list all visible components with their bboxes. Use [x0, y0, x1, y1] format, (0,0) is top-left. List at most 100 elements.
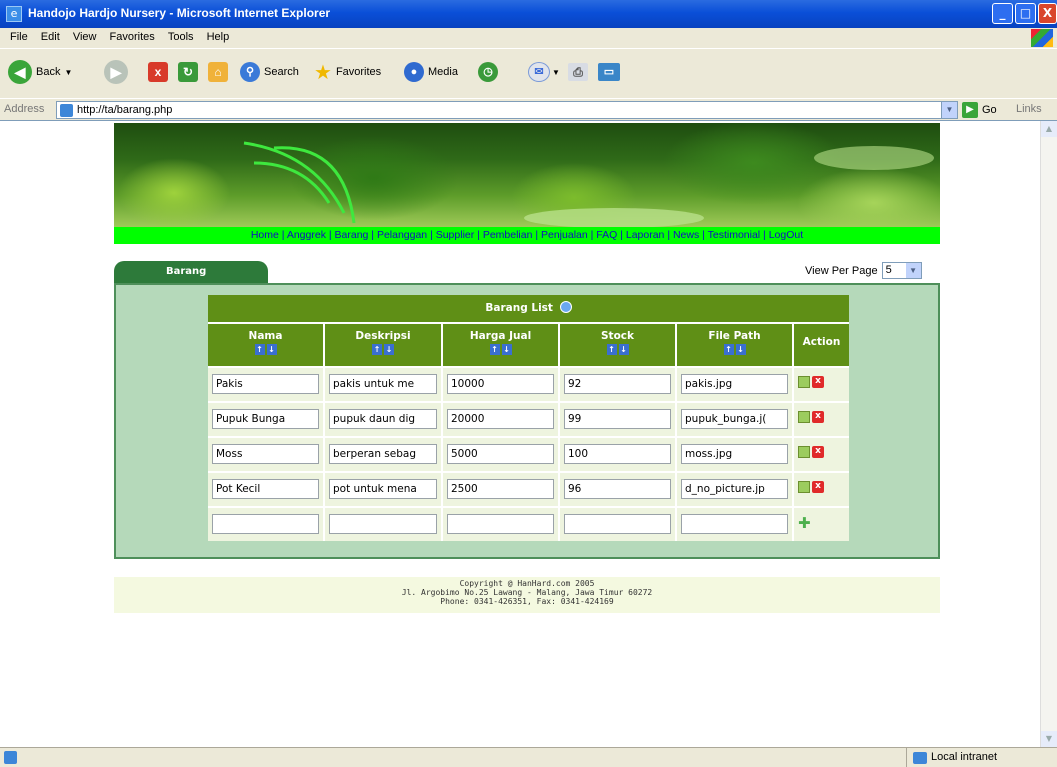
nama-field[interactable]: Pot Kecil — [212, 479, 319, 499]
scroll-up-icon[interactable]: ▲ — [1041, 121, 1057, 137]
back-button[interactable]: ◀ Back ▼ — [8, 57, 72, 87]
menu-edit[interactable]: Edit — [41, 31, 60, 43]
edit-button[interactable]: ▭ — [598, 57, 620, 87]
deskripsi-field[interactable]: pakis untuk me — [329, 374, 437, 394]
harga-field[interactable]: 2500 — [447, 479, 554, 499]
nav-news[interactable]: News — [673, 229, 699, 241]
stock-field[interactable]: 92 — [564, 374, 671, 394]
sort-up-icon[interactable]: ↑ — [489, 344, 500, 355]
print-button[interactable]: ⎙ — [568, 57, 588, 87]
stock-field[interactable]: 99 — [564, 409, 671, 429]
delete-icon[interactable]: x — [812, 411, 824, 423]
home-icon: ⌂ — [208, 62, 228, 82]
edit-icon[interactable] — [798, 481, 810, 493]
harga-field[interactable]: 5000 — [447, 444, 554, 464]
menu-bar: File Edit View Favorites Tools Help — [0, 28, 1057, 48]
edit-icon[interactable] — [798, 446, 810, 458]
sort-up-icon[interactable]: ↑ — [254, 344, 265, 355]
vertical-scrollbar[interactable]: ▲ ▼ — [1040, 121, 1057, 747]
nav-anggrek[interactable]: Anggrek — [287, 229, 326, 241]
new-harga-field[interactable] — [447, 514, 554, 534]
delete-icon[interactable]: x — [812, 481, 824, 493]
harga-field[interactable]: 10000 — [447, 374, 554, 394]
minimize-button[interactable]: _ — [992, 3, 1013, 24]
search-button[interactable]: ⚲ Search — [240, 57, 299, 87]
file-path-field[interactable]: pupuk_bunga.j( — [681, 409, 788, 429]
edit-icon[interactable] — [798, 411, 810, 423]
nav-penjualan[interactable]: Penjualan — [541, 229, 588, 241]
sort-up-icon[interactable]: ↑ — [372, 344, 382, 355]
new-deskripsi-field[interactable] — [329, 514, 437, 534]
zone-label: Local intranet — [931, 751, 998, 763]
new-nama-field[interactable] — [212, 514, 319, 534]
nav-testimonial[interactable]: Testimonial — [708, 229, 761, 241]
sort-up-icon[interactable]: ↑ — [723, 344, 734, 355]
stock-field[interactable]: 100 — [564, 444, 671, 464]
file-path-field[interactable]: pakis.jpg — [681, 374, 788, 394]
maximize-button[interactable]: □ — [1015, 3, 1036, 24]
back-arrow-icon: ◀ — [8, 60, 32, 84]
view-per-page-select[interactable]: 5 ▼ — [881, 262, 922, 279]
nama-field[interactable]: Pakis — [212, 374, 319, 394]
new-file-path-field[interactable] — [681, 514, 788, 534]
add-icon[interactable]: ✚ — [798, 516, 811, 531]
nav-home[interactable]: Home — [251, 229, 279, 241]
menu-favorites[interactable]: Favorites — [110, 31, 155, 43]
go-button[interactable]: ▶ Go — [962, 102, 997, 118]
tab-barang[interactable]: Barang — [114, 261, 268, 283]
menu-tools[interactable]: Tools — [168, 31, 194, 43]
footer-address: Jl. Argobimo No.25 Lawang - Malang, Jawa… — [401, 588, 653, 597]
address-bar: Address http://ta/barang.php ▼ ▶ Go Link… — [0, 98, 1057, 120]
sort-down-icon[interactable]: ↓ — [735, 344, 746, 355]
footer-copyright: Copyright @ HanHard.com 2005 — [459, 579, 595, 588]
nama-field[interactable]: Moss — [212, 444, 319, 464]
table-row: Pupuk Bunga pupuk daun dig 20000 99 pupu… — [208, 401, 849, 436]
harga-field[interactable]: 20000 — [447, 409, 554, 429]
stop-button[interactable]: x — [148, 57, 168, 87]
delete-icon[interactable]: x — [812, 446, 824, 458]
sort-down-icon[interactable]: ↓ — [501, 344, 512, 355]
nav-supplier[interactable]: Supplier — [436, 229, 475, 241]
edit-icon[interactable] — [798, 376, 810, 388]
menu-file[interactable]: File — [10, 31, 28, 43]
address-input[interactable]: http://ta/barang.php ▼ — [56, 101, 958, 119]
scroll-down-icon[interactable]: ▼ — [1041, 731, 1057, 747]
nav-faq[interactable]: FAQ — [596, 229, 617, 241]
refresh-button[interactable]: ↻ — [178, 57, 198, 87]
menu-view[interactable]: View — [73, 31, 97, 43]
nav-logout[interactable]: LogOut — [769, 229, 803, 241]
deskripsi-field[interactable]: pot untuk mena — [329, 479, 437, 499]
new-stock-field[interactable] — [564, 514, 671, 534]
sort-down-icon[interactable]: ↓ — [384, 344, 394, 355]
stock-field[interactable]: 96 — [564, 479, 671, 499]
nav-laporan[interactable]: Laporan — [626, 229, 665, 241]
column-stock: Stock ↑ ↓ — [560, 324, 677, 366]
sort-down-icon[interactable]: ↓ — [266, 344, 277, 355]
chevron-down-icon[interactable]: ▼ — [941, 102, 957, 118]
mail-button[interactable]: ✉ ▼ — [528, 57, 560, 87]
nav-pembelian[interactable]: Pembelian — [483, 229, 533, 241]
nav-barang[interactable]: Barang — [335, 229, 369, 241]
toolbar: ◀ Back ▼ ▶ x ↻ ⌂ ⚲ Search ★ Favorites ● … — [0, 48, 1057, 98]
nav-pelanggan[interactable]: Pelanggan — [377, 229, 427, 241]
deskripsi-field[interactable]: berperan sebag — [329, 444, 437, 464]
forward-arrow-icon: ▶ — [104, 60, 128, 84]
close-button[interactable]: X — [1038, 3, 1057, 24]
file-path-field[interactable]: moss.jpg — [681, 444, 788, 464]
favorites-button[interactable]: ★ Favorites — [314, 57, 381, 87]
refresh-icon[interactable] — [559, 301, 572, 313]
delete-icon[interactable]: x — [812, 376, 824, 388]
nama-field[interactable]: Pupuk Bunga — [212, 409, 319, 429]
deskripsi-field[interactable]: pupuk daun dig — [329, 409, 437, 429]
footer-phone: Phone: 0341-426351, Fax: 0341-424169 — [440, 597, 614, 606]
links-button[interactable]: Links — [1016, 103, 1042, 115]
history-button[interactable]: ◷ — [478, 57, 498, 87]
sort-down-icon[interactable]: ↓ — [618, 344, 629, 355]
menu-help[interactable]: Help — [207, 31, 230, 43]
home-button[interactable]: ⌂ — [208, 57, 228, 87]
sort-up-icon[interactable]: ↑ — [606, 344, 617, 355]
ie-icon: e — [6, 6, 22, 22]
forward-button[interactable]: ▶ — [104, 57, 128, 87]
media-button[interactable]: ● Media — [404, 57, 458, 87]
file-path-field[interactable]: d_no_picture.jp — [681, 479, 788, 499]
